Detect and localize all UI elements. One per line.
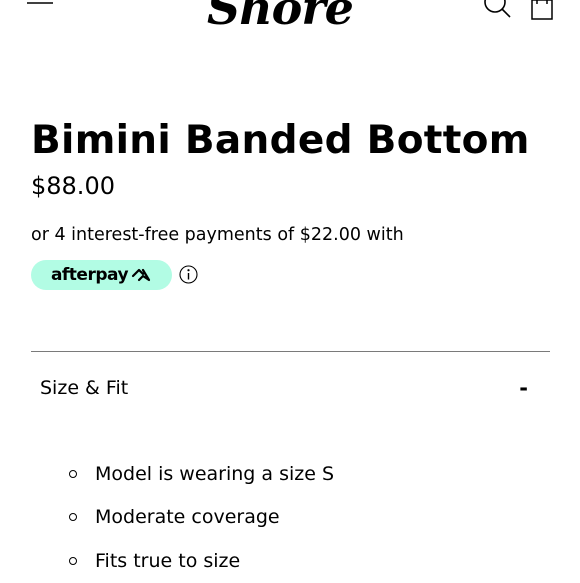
- product-price: $88.00: [31, 172, 115, 200]
- list-item-text: Fits true to size: [95, 549, 241, 572]
- list-item: Fits true to size: [64, 539, 544, 583]
- brand-name: Shore: [207, 0, 353, 34]
- bullet-icon: [69, 469, 77, 478]
- hamburger-menu-icon[interactable]: [27, 0, 53, 12]
- afterpay-wordmark: afterpay: [50, 265, 129, 285]
- list-item: Moderate coverage: [64, 496, 544, 540]
- info-icon[interactable]: [179, 265, 198, 284]
- bullet-icon: [69, 513, 77, 522]
- list-item: Model is wearing a size S: [64, 452, 544, 496]
- section-divider: [31, 351, 550, 352]
- site-header: Shore: [0, 0, 580, 40]
- size-fit-accordion[interactable]: Size & Fit -: [31, 366, 550, 412]
- search-icon[interactable]: [482, 0, 512, 20]
- collapse-toggle-icon[interactable]: -: [519, 374, 528, 402]
- afterpay-arrows-icon: [131, 268, 151, 282]
- size-fit-list: Model is wearing a size S Moderate cover…: [64, 452, 544, 583]
- accordion-title: Size & Fit: [40, 377, 129, 399]
- list-item-text: Moderate coverage: [95, 506, 280, 529]
- brand-logo[interactable]: Shore: [205, 0, 385, 34]
- afterpay-badge[interactable]: afterpay: [31, 260, 172, 290]
- bullet-icon: [69, 556, 77, 565]
- product-title: Bimini Banded Bottom: [31, 118, 530, 163]
- list-item-text: Model is wearing a size S: [95, 462, 335, 485]
- installments-text: or 4 interest-free payments of $22.00 wi…: [31, 225, 404, 245]
- shopping-bag-icon[interactable]: [528, 0, 556, 20]
